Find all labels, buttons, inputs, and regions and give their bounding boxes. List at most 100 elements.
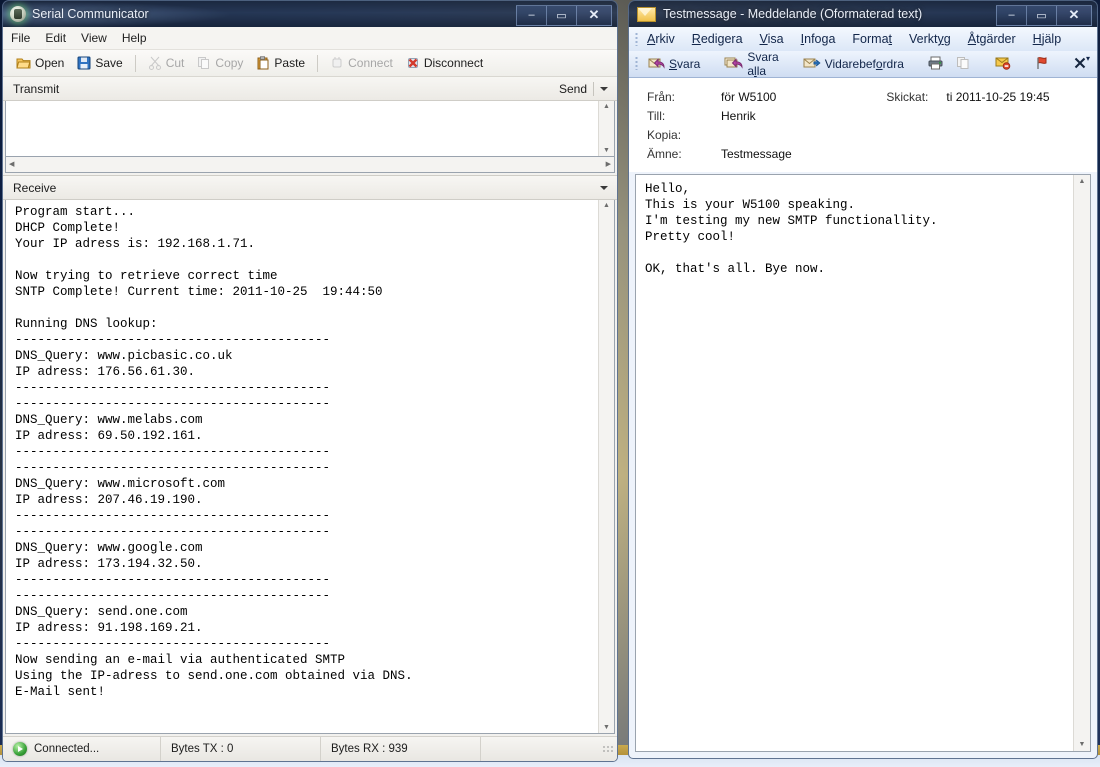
- mail-subject-row: Ämne: Testmessage: [629, 145, 1097, 164]
- mail-from-label: Från:: [647, 88, 721, 107]
- scroll-right-icon[interactable]: ▶: [606, 161, 611, 168]
- maximize-button[interactable]: ▭: [546, 5, 576, 26]
- resize-grip[interactable]: [602, 743, 614, 755]
- mail-maximize-button[interactable]: ▭: [1026, 5, 1056, 26]
- toolbar-separator: [135, 55, 136, 72]
- transmit-input[interactable]: [6, 101, 598, 156]
- serial-caption-buttons: – ▭ ✕: [516, 5, 612, 24]
- status-connection: Connected...: [3, 737, 161, 761]
- print-button[interactable]: [925, 55, 947, 74]
- toolbar-connect-button: Connect: [325, 54, 398, 72]
- menu-item-help[interactable]: Help: [122, 31, 147, 45]
- copy-icon: [956, 56, 971, 73]
- status-connection-label: Connected...: [34, 743, 99, 755]
- menu-item-file[interactable]: File: [11, 31, 30, 45]
- toolbar-grip-icon[interactable]: [635, 56, 638, 70]
- transmit-pane-header: Transmit Send: [3, 77, 617, 101]
- menu-item-infoga[interactable]: Infoga: [801, 32, 836, 46]
- receive-chevron-down-icon[interactable]: [600, 186, 608, 190]
- menu-item-format[interactable]: Format: [852, 32, 892, 46]
- junk-mail-icon: [995, 56, 1011, 73]
- transmit-area: ▲ ▼: [5, 101, 615, 157]
- receive-pane-header: Receive: [3, 175, 617, 200]
- mail-vertical-scrollbar[interactable]: ▲ ▼: [1073, 175, 1090, 751]
- serial-window-body: File Edit View Help Open Save: [2, 27, 618, 762]
- folder-open-icon: [16, 56, 31, 70]
- mail-to-row: Till: Henrik: [629, 107, 1097, 126]
- mail-sent-label: Skickat:: [886, 88, 946, 107]
- menu-item-arkiv[interactable]: AArkivrkiv: [647, 32, 675, 46]
- forward-label: Vidarebefordra: [825, 57, 904, 71]
- close-button[interactable]: ✕: [576, 5, 612, 26]
- toolbar-separator-2: [317, 55, 318, 72]
- toolbar-save-label: Save: [95, 56, 122, 70]
- mail-scroll-down-icon[interactable]: ▼: [1079, 741, 1086, 748]
- junk-mail-button[interactable]: [992, 55, 1014, 74]
- envelope-icon: [637, 7, 656, 22]
- toolbar-open-label: Open: [35, 56, 64, 70]
- send-divider: [593, 82, 594, 96]
- toolbar-disconnect-button[interactable]: Disconnect: [401, 54, 488, 72]
- toolbar-copy-button: Copy: [192, 54, 248, 72]
- toolbar-paste-button[interactable]: Paste: [251, 54, 310, 72]
- flag-button[interactable]: [1032, 55, 1052, 74]
- mail-menu-bar: AArkivrkiv Redigera Visa Infoga Format V…: [629, 27, 1097, 51]
- transmit-label: Transmit: [13, 82, 59, 96]
- toolbar-connect-label: Connect: [348, 56, 393, 70]
- mail-minimize-button[interactable]: –: [996, 5, 1026, 26]
- mail-message-window: Testmessage - Meddelande (Oformaterad te…: [628, 0, 1098, 760]
- toolbar-save-button[interactable]: Save: [72, 54, 127, 72]
- menu-item-verktyg[interactable]: Verktyg: [909, 32, 951, 46]
- menu-item-visa[interactable]: Visa: [760, 32, 784, 46]
- menu-item-edit[interactable]: Edit: [45, 31, 66, 45]
- menu-item-hjalp[interactable]: Hjälp: [1033, 32, 1062, 46]
- forward-button[interactable]: Vidarebefordra: [800, 55, 907, 74]
- serial-menu-bar: File Edit View Help: [3, 27, 617, 50]
- app-icon: [10, 6, 26, 22]
- serial-status-bar: Connected... Bytes TX : 0 Bytes RX : 939: [3, 736, 617, 761]
- reply-all-button[interactable]: Svara alla: [721, 49, 781, 79]
- menu-item-atgarder[interactable]: Åtgärder: [968, 32, 1016, 46]
- mail-body-text: Hello, This is your W5100 speaking. I'm …: [636, 175, 1073, 751]
- mail-toolbar: Svara Svara alla Vidarebefordra: [629, 51, 1097, 78]
- receive-scroll-down-icon[interactable]: ▼: [603, 724, 610, 731]
- scroll-left-icon[interactable]: ◀: [9, 161, 14, 168]
- floppy-disk-icon: [77, 56, 91, 70]
- mail-header-fields: Från: för W5100 Skickat: ti 2011-10-25 1…: [629, 78, 1097, 172]
- receive-vertical-scrollbar[interactable]: ▲ ▼: [598, 200, 614, 733]
- print-icon: [928, 56, 944, 73]
- scissors-icon: [148, 56, 162, 70]
- clipboard-icon: [256, 56, 270, 70]
- serial-window-title: Serial Communicator: [32, 7, 149, 21]
- toolbar-paste-label: Paste: [274, 56, 305, 70]
- transmit-vertical-scrollbar[interactable]: ▲ ▼: [598, 101, 614, 156]
- chevron-down-icon[interactable]: [600, 87, 608, 91]
- minimize-button[interactable]: –: [516, 5, 546, 26]
- menu-item-redigera[interactable]: Redigera: [692, 32, 743, 46]
- toolbar-cut-label: Cut: [166, 56, 185, 70]
- send-button[interactable]: Send: [559, 82, 587, 96]
- mail-title-bar[interactable]: Testmessage - Meddelande (Oformaterad te…: [628, 0, 1098, 27]
- mail-to-value[interactable]: Henrik: [721, 107, 756, 126]
- menu-grip-icon[interactable]: [635, 32, 638, 46]
- mail-body-area: Hello, This is your W5100 speaking. I'm …: [635, 174, 1091, 752]
- status-bytes-tx: Bytes TX : 0: [161, 737, 321, 761]
- copy-button: [953, 55, 974, 74]
- mail-close-button[interactable]: ✕: [1056, 5, 1092, 26]
- scroll-up-icon[interactable]: ▲: [603, 103, 610, 110]
- serial-title-bar[interactable]: Serial Communicator – ▭ ✕: [2, 0, 618, 27]
- toolbar-overflow-icon[interactable]: ▾: [1083, 54, 1093, 63]
- plug-icon: [330, 56, 344, 70]
- receive-scroll-up-icon[interactable]: ▲: [603, 202, 610, 209]
- transmit-horizontal-scrollbar[interactable]: ◀ ▶: [5, 157, 615, 173]
- scroll-down-icon[interactable]: ▼: [603, 147, 610, 154]
- toolbar-open-button[interactable]: Open: [11, 54, 69, 72]
- toolbar-disconnect-label: Disconnect: [424, 56, 483, 70]
- reply-button[interactable]: Svara: [645, 55, 703, 74]
- menu-item-view[interactable]: View: [81, 31, 107, 45]
- mail-from-value[interactable]: för W5100: [721, 88, 776, 107]
- status-bytes-rx: Bytes RX : 939: [321, 737, 481, 761]
- mail-subject-value: Testmessage: [721, 145, 792, 164]
- mail-scroll-up-icon[interactable]: ▲: [1079, 178, 1086, 185]
- mail-from-row: Från: för W5100 Skickat: ti 2011-10-25 1…: [629, 88, 1097, 107]
